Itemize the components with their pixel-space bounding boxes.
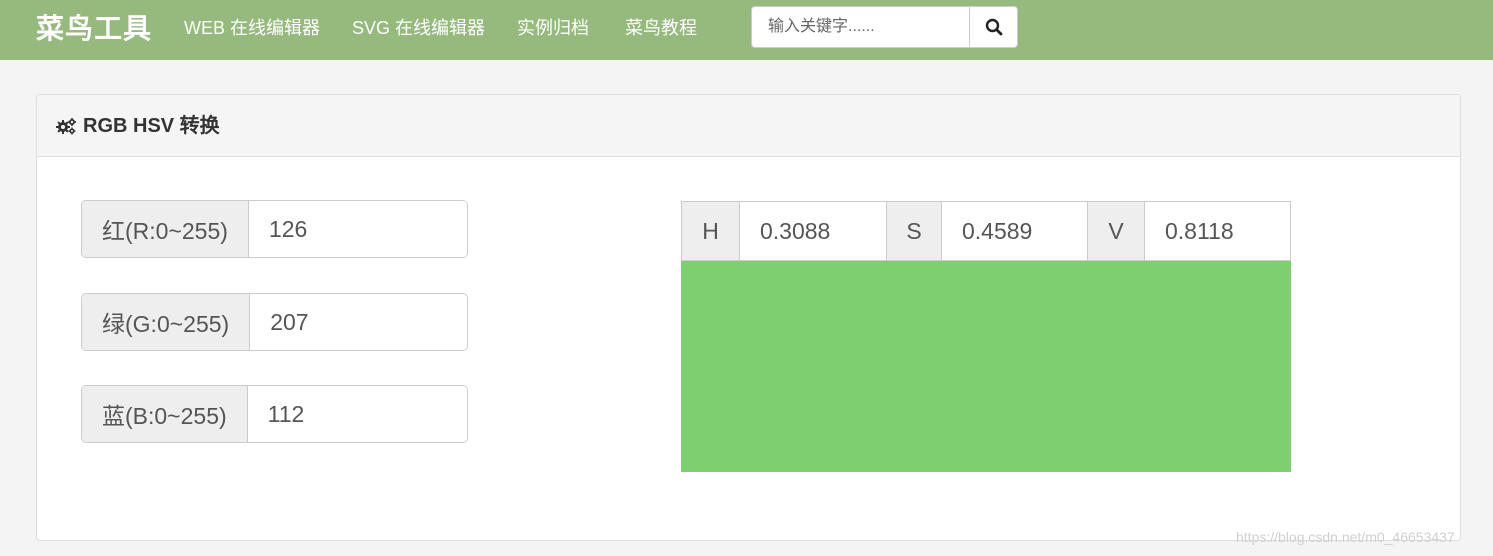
top-navbar: 菜鸟工具 WEB 在线编辑器 SVG 在线编辑器 实例归档 菜鸟教程 xyxy=(0,0,1493,60)
red-input[interactable] xyxy=(248,201,467,257)
panel-title: RGB HSV 转换 xyxy=(55,114,220,138)
search-button[interactable] xyxy=(969,6,1018,48)
brand-logo[interactable]: 菜鸟工具 xyxy=(36,12,152,46)
search-group xyxy=(751,6,1018,48)
rgb-hsv-panel: RGB HSV 转换 红(R:0~255) 绿(G:0~255) 蓝(B:0~2… xyxy=(36,94,1461,541)
green-label: 绿(G:0~255) xyxy=(82,294,251,350)
saturation-input[interactable] xyxy=(942,202,1088,260)
hsv-input-group: H S V xyxy=(681,201,1291,261)
blue-input-group: 蓝(B:0~255) xyxy=(81,385,468,443)
panel-heading: RGB HSV 转换 xyxy=(37,95,1460,157)
hue-input[interactable] xyxy=(740,202,887,260)
hue-label: H xyxy=(682,202,740,260)
nav-link-web-editor[interactable]: WEB 在线编辑器 xyxy=(184,17,320,39)
watermark: https://blog.csdn.net/m0_46653437 xyxy=(1236,529,1455,545)
red-input-group: 红(R:0~255) xyxy=(81,200,468,258)
color-preview xyxy=(681,261,1291,472)
blue-label: 蓝(B:0~255) xyxy=(82,386,248,442)
search-input[interactable] xyxy=(751,6,969,48)
value-label: V xyxy=(1088,202,1145,260)
green-input[interactable] xyxy=(250,294,467,350)
value-input[interactable] xyxy=(1145,202,1290,260)
nav-link-svg-editor[interactable]: SVG 在线编辑器 xyxy=(352,17,485,39)
cogs-icon xyxy=(56,118,76,135)
nav-link-tutorial[interactable]: 菜鸟教程 xyxy=(625,17,697,39)
panel-title-text: RGB HSV 转换 xyxy=(83,115,220,137)
red-label: 红(R:0~255) xyxy=(82,201,249,257)
search-icon xyxy=(985,18,1002,36)
blue-input[interactable] xyxy=(247,386,467,442)
saturation-label: S xyxy=(887,202,942,260)
nav-link-examples[interactable]: 实例归档 xyxy=(517,17,589,39)
green-input-group: 绿(G:0~255) xyxy=(81,293,468,351)
